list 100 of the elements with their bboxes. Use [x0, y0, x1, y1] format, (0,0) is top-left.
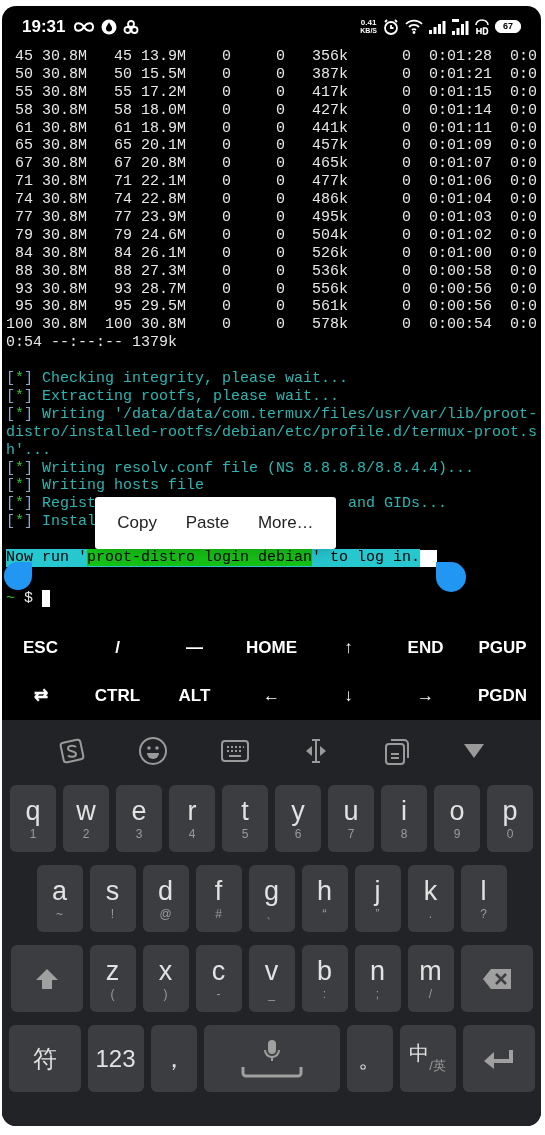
keyboard-key[interactable]: c -	[195, 945, 242, 1012]
input-method-logo-icon[interactable]	[57, 737, 86, 765]
status-marker: [*]	[6, 459, 35, 478]
keyboard-key[interactable]: w 2	[63, 785, 109, 852]
extra-key[interactable]: END	[387, 624, 464, 672]
extra-key[interactable]: /	[79, 624, 156, 672]
keyboard-key[interactable]: h “	[301, 865, 348, 932]
log-message: Writing resolv.conf file (NS 8.8.8.8/8.8.4.4)...	[42, 459, 475, 478]
shift-key[interactable]	[10, 945, 83, 1012]
status-marker: [*]	[6, 495, 35, 514]
backspace-icon	[481, 967, 512, 990]
selection-handle[interactable]	[436, 562, 466, 592]
extra-key[interactable]: CTRL	[79, 672, 156, 720]
signal-icon	[429, 19, 446, 34]
terminal-line: 50 30.8M 50 15.5M 0 0 387k 0 0:01:21 0:0	[14, 65, 537, 84]
space-microphone-icon	[240, 1038, 303, 1079]
cellular-signal-icon	[452, 18, 469, 35]
log-message: Extracting rootfs, please wait...	[42, 387, 340, 406]
log-message: Regist	[42, 495, 97, 514]
drop-icon	[101, 18, 118, 35]
terminal-line: 71 30.8M 71 22.1M 0 0 477k 0 0:01:06 0:0	[14, 173, 537, 192]
extra-key[interactable]: ←	[233, 672, 310, 720]
terminal-line: 0:54 --:--:-- 1379k	[6, 334, 179, 353]
keyboard-key[interactable]: k .	[407, 865, 454, 932]
terminal-line: 61 30.8M 61 18.9M 0 0 441k 0 0:01:11 0:0	[14, 119, 537, 138]
log-message: Writing hosts file	[42, 477, 205, 496]
terminal-line: 95 30.8M 95 29.5M 0 0 561k 0 0:00:56 0:0	[14, 298, 537, 317]
keyboard-key[interactable]: ，	[150, 1025, 197, 1092]
keyboard-icon[interactable]	[219, 739, 250, 763]
prompt-directory: ~	[6, 589, 15, 608]
keyboard-key[interactable]: e 3	[116, 785, 162, 852]
extra-key[interactable]: →	[387, 672, 464, 720]
text-cursor	[42, 590, 51, 608]
terminal-line: 45 30.8M 45 13.9M 0 0 356k 0 0:01:28 0:0	[14, 48, 537, 66]
collapse-icon[interactable]	[463, 743, 486, 759]
keyboard-key[interactable]: v _	[248, 945, 295, 1012]
wifi-icon	[405, 19, 423, 34]
keyboard-key[interactable]: t 5	[222, 785, 268, 852]
hd-call-icon	[475, 18, 489, 35]
selection-handle[interactable]	[4, 562, 32, 590]
keyboard-key[interactable]: n ;	[354, 945, 401, 1012]
extra-key[interactable]: PGUP	[464, 624, 541, 672]
terminal-line: 65 30.8M 65 20.1M 0 0 457k 0 0:01:09 0:0	[14, 137, 537, 156]
backspace-key[interactable]	[460, 945, 533, 1012]
keyboard-key[interactable]: o 9	[434, 785, 480, 852]
keyboard-key[interactable]: f #	[195, 865, 242, 932]
keyboard-key[interactable]: 。	[346, 1025, 393, 1092]
terminal-line: 58 30.8M 58 18.0M 0 0 427k 0 0:01:14 0:0	[14, 101, 537, 120]
status-marker: [*]	[6, 513, 35, 532]
log-message: Instal	[42, 513, 97, 532]
keyboard-key[interactable]: z (	[89, 945, 136, 1012]
menu-item[interactable]: Copy	[111, 504, 164, 542]
terminal-line: 55 30.8M 55 17.2M 0 0 417k 0 0:01:15 0:0	[14, 83, 537, 102]
log-message: Checking integrity, please wait...	[42, 370, 349, 388]
log-message: [*] Writing '/data/data/com.termux/files/usr/var/lib/proot-distro/installed-rootfs/debian/etc/profile.d/termux-proot.sh'...	[6, 405, 538, 460]
keyboard-key[interactable]: d @	[142, 865, 189, 932]
keyboard-key[interactable]: y 6	[275, 785, 321, 852]
keyboard-key[interactable]: x )	[142, 945, 189, 1012]
keyboard-key[interactable]: b :	[301, 945, 348, 1012]
status-marker: [*]	[6, 477, 35, 496]
keyboard-key[interactable]: s !	[89, 865, 136, 932]
status-marker: [*]	[6, 387, 35, 406]
extra-key[interactable]: ↑	[310, 624, 387, 672]
keyboard-key[interactable]: l ?	[460, 865, 507, 932]
keyboard-key[interactable]: u 7	[328, 785, 374, 852]
keyboard-key[interactable]: i 8	[381, 785, 427, 852]
clipboard-icon[interactable]	[383, 736, 412, 766]
keyboard-key[interactable]: 123	[87, 1025, 144, 1092]
extra-key[interactable]: ⇄	[2, 672, 79, 720]
extra-key[interactable]: HOME	[233, 624, 310, 672]
keyboard-key[interactable]: r 4	[169, 785, 215, 852]
keyboard-key[interactable]: p 0	[487, 785, 533, 852]
cursor-block	[420, 549, 438, 567]
extra-key[interactable]: ESC	[2, 624, 79, 672]
terminal-line: 93 30.8M 93 28.7M 0 0 556k 0 0:00:56 0:0	[14, 280, 537, 299]
extra-key[interactable]: ALT	[156, 672, 233, 720]
enter-key[interactable]	[462, 1025, 535, 1092]
keyboard-key[interactable]: g 、	[248, 865, 295, 932]
terminal-line: 77 30.8M 77 23.9M 0 0 495k 0 0:01:03 0:0	[14, 209, 537, 227]
menu-item[interactable]: More…	[251, 504, 320, 542]
shift-icon	[34, 967, 59, 990]
menu-item[interactable]: Paste	[179, 504, 236, 542]
keyboard-key[interactable]: m /	[407, 945, 454, 1012]
extra-key[interactable]: ↓	[310, 672, 387, 720]
battery-level: 67	[495, 20, 521, 33]
log-message: and GIDs...	[348, 495, 448, 514]
enter-icon	[482, 1048, 515, 1069]
terminal-line: 79 30.8M 79 24.6M 0 0 504k 0 0:01:02 0:0	[14, 226, 537, 245]
network-speed: 0.41	[360, 18, 377, 27]
keyboard-key[interactable]: j ”	[354, 865, 401, 932]
extra-key[interactable]: —	[156, 624, 233, 672]
terminal-line: 74 30.8M 74 22.8M 0 0 486k 0 0:01:04 0:0	[14, 191, 537, 209]
extra-key[interactable]: PGDN	[464, 672, 541, 720]
keyboard-key[interactable]: a ~	[36, 865, 83, 932]
keyboard-key[interactable]: q 1	[10, 785, 56, 852]
keyboard-key[interactable]: 符	[8, 1025, 81, 1092]
emoji-icon[interactable]	[137, 736, 168, 766]
space-key[interactable]	[203, 1025, 340, 1092]
terminal-line: 67 30.8M 67 20.8M 0 0 465k 0 0:01:07 0:0	[14, 155, 537, 174]
status-marker: [*]	[6, 370, 35, 388]
